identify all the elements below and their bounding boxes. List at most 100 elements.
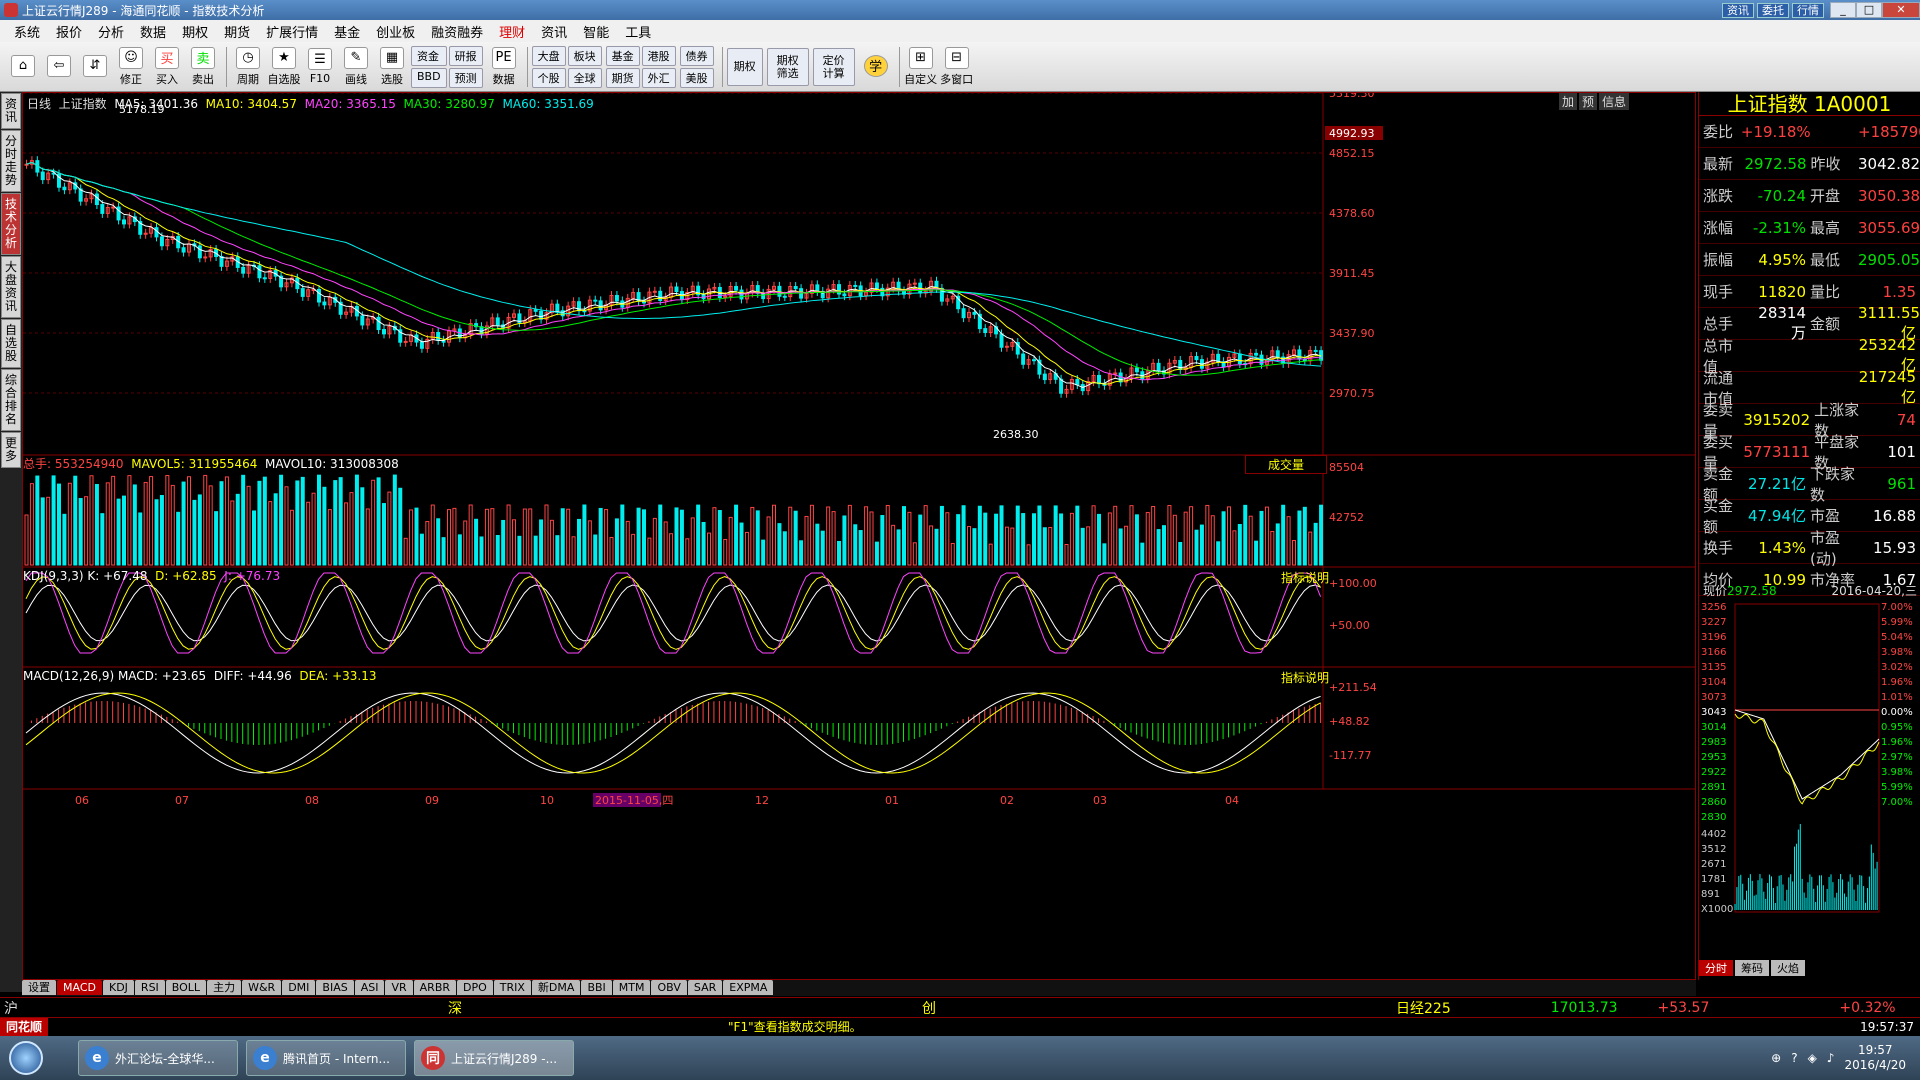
tab-indicator-w&r[interactable]: W&R	[242, 980, 282, 995]
forex-button[interactable]: 外汇	[641, 67, 676, 88]
technical-chart[interactable]: 日线 上证指数 MA5: 3401.36 MA10: 3404.57 MA20:…	[22, 92, 1696, 980]
clock[interactable]: 19:57 2016/4/20	[1844, 1043, 1906, 1073]
sector-button[interactable]: 板块	[567, 45, 602, 66]
home-button[interactable]: ⌂	[6, 44, 40, 90]
custom-button[interactable]: ⊞ 自定义	[904, 44, 938, 90]
fund-button[interactable]: 基金	[605, 45, 640, 66]
watchlist-button[interactable]: ★ 自选股	[267, 44, 301, 90]
tab-indicator-asi[interactable]: ASI	[354, 980, 385, 995]
option-button[interactable]: 期权	[726, 47, 763, 86]
tab-indicator-expma[interactable]: EXPMA	[723, 980, 774, 995]
pricing-calc-button[interactable]: 定价计算	[812, 47, 855, 86]
futures-button[interactable]: 期货	[605, 67, 640, 88]
drawline-button[interactable]: ✎ 画线	[339, 44, 373, 90]
network-icon[interactable]: ⊕	[1771, 1051, 1781, 1065]
tab-indicator-arbr[interactable]: ARBR	[413, 980, 457, 995]
tab-indicator-obv[interactable]: OBV	[651, 980, 687, 995]
menu-gem[interactable]: 创业板	[368, 22, 423, 41]
tab-market-news[interactable]: 大盘资讯	[1, 256, 21, 318]
menu-analysis[interactable]: 分析	[90, 22, 132, 41]
menu-options[interactable]: 期权	[174, 22, 216, 41]
back-button[interactable]: ⇦	[42, 44, 76, 90]
quote-mini-button[interactable]: 行情	[1792, 2, 1824, 18]
menu-news[interactable]: 资讯	[533, 22, 575, 41]
menu-data[interactable]: 数据	[132, 22, 174, 41]
news-mini-button[interactable]: 资讯	[1722, 2, 1754, 18]
period-button[interactable]: ◷ 周期	[231, 44, 265, 90]
menu-extended[interactable]: 扩展行情	[258, 22, 326, 41]
bbd-button[interactable]: BBD	[411, 67, 447, 88]
volume-dropdown[interactable]: 成交量	[1245, 455, 1328, 474]
multiwindow-button[interactable]: ⊟ 多窗口	[940, 44, 974, 90]
volume-icon[interactable]: ♪	[1827, 1051, 1835, 1065]
hk-button[interactable]: 港股	[641, 45, 676, 66]
macd-indicator-note[interactable]: 指标说明	[1281, 669, 1329, 686]
option-screen-button[interactable]: 期权筛选	[766, 47, 809, 86]
nikkei-label[interactable]: 日经225	[1396, 998, 1451, 1018]
tab-indicator-vr[interactable]: VR	[385, 980, 413, 995]
tab-indicator-dmi[interactable]: DMI	[282, 980, 316, 995]
buy-button[interactable]: 买买入	[150, 44, 184, 90]
menu-funds[interactable]: 基金	[326, 22, 368, 41]
sell-button[interactable]: 卖卖出	[186, 44, 220, 90]
tab-indicator-sar[interactable]: SAR	[687, 980, 723, 995]
tab-indicator-主力[interactable]: 主力	[207, 980, 242, 995]
tab-indicator-bbi[interactable]: BBI	[581, 980, 612, 995]
menu-futures[interactable]: 期货	[216, 22, 258, 41]
tab-indicator-rsi[interactable]: RSI	[134, 980, 165, 995]
tab-indicator-boll[interactable]: BOLL	[165, 980, 207, 995]
tab-news[interactable]: 资讯	[1, 93, 21, 129]
tab-flame[interactable]: 火焰	[1771, 960, 1805, 976]
menu-quotes[interactable]: 报价	[48, 22, 90, 41]
tab-watchlist[interactable]: 自选股	[1, 319, 21, 368]
order-mini-button[interactable]: 委托	[1757, 2, 1789, 18]
tab-indicator-mtm[interactable]: MTM	[612, 980, 651, 995]
tab-more[interactable]: 更多	[1, 432, 21, 468]
revise-button[interactable]: ☺ 修正	[114, 44, 148, 90]
updown-button[interactable]: ⇵	[78, 44, 112, 90]
menu-margin[interactable]: 融资融券	[423, 22, 491, 41]
tab-indicator-新dma[interactable]: 新DMA	[531, 980, 581, 995]
f10-button[interactable]: ☰ F10	[303, 44, 337, 90]
shield-icon[interactable]: ◈	[1808, 1051, 1817, 1065]
tab-technical[interactable]: 技术分析	[1, 193, 21, 255]
menu-smart[interactable]: 智能	[575, 22, 617, 41]
start-button[interactable]	[0, 1037, 52, 1079]
menu-wealth[interactable]: 理财	[491, 22, 533, 41]
maximize-button[interactable]: □	[1856, 2, 1882, 18]
sh-label[interactable]: 沪	[0, 998, 18, 1018]
tab-minute[interactable]: 分时	[1699, 960, 1733, 976]
tab-indicator-kdj[interactable]: KDJ	[102, 980, 134, 995]
forecast-button[interactable]: 预测	[448, 67, 483, 88]
global-button[interactable]: 全球	[567, 67, 602, 88]
tab-indicator-设置[interactable]: 设置	[22, 980, 56, 995]
learn-button[interactable]: 学	[859, 44, 893, 90]
research-button[interactable]: 研报	[448, 45, 483, 66]
stock-button[interactable]: 个股	[531, 67, 566, 88]
capital-button[interactable]: 资金	[411, 45, 447, 66]
minimize-button[interactable]: _	[1830, 2, 1856, 18]
close-button[interactable]: ✕	[1882, 2, 1920, 18]
tab-indicator-trix[interactable]: TRIX	[493, 980, 531, 995]
bond-button[interactable]: 债券	[679, 45, 714, 66]
tab-indicator-bias[interactable]: BIAS	[316, 980, 354, 995]
menu-system[interactable]: 系统	[6, 22, 48, 41]
us-stock-button[interactable]: 美股	[679, 67, 714, 88]
intraday-mini-chart[interactable]: 3256 3227 3196 3166 3135 3104 3073 3043 3014 2983…	[1699, 602, 1920, 922]
tab-ranking[interactable]: 综合排名	[1, 369, 21, 431]
sz-label[interactable]: 深	[448, 998, 462, 1018]
task-ths[interactable]: 同上证云行情J289 -...	[414, 1040, 574, 1076]
menu-tools[interactable]: 工具	[617, 22, 659, 41]
data-button[interactable]: PE 数据	[487, 44, 521, 90]
tab-chips[interactable]: 筹码	[1735, 960, 1769, 976]
tab-indicator-dpo[interactable]: DPO	[457, 980, 493, 995]
tab-indicator-macd[interactable]: MACD	[57, 980, 102, 995]
task-qq[interactable]: e 腾讯首页 - Intern...	[246, 1040, 406, 1076]
cy-label[interactable]: 创	[922, 998, 936, 1018]
market-button[interactable]: 大盘	[531, 45, 566, 66]
tab-intraday[interactable]: 分时走势	[1, 130, 21, 192]
kdj-indicator-note[interactable]: 指标说明	[1281, 569, 1329, 586]
task-forex-forum[interactable]: e 外汇论坛-全球华...	[78, 1040, 238, 1076]
help-icon[interactable]: ?	[1791, 1051, 1797, 1065]
stock-picker-button[interactable]: ▦ 选股	[375, 44, 409, 90]
